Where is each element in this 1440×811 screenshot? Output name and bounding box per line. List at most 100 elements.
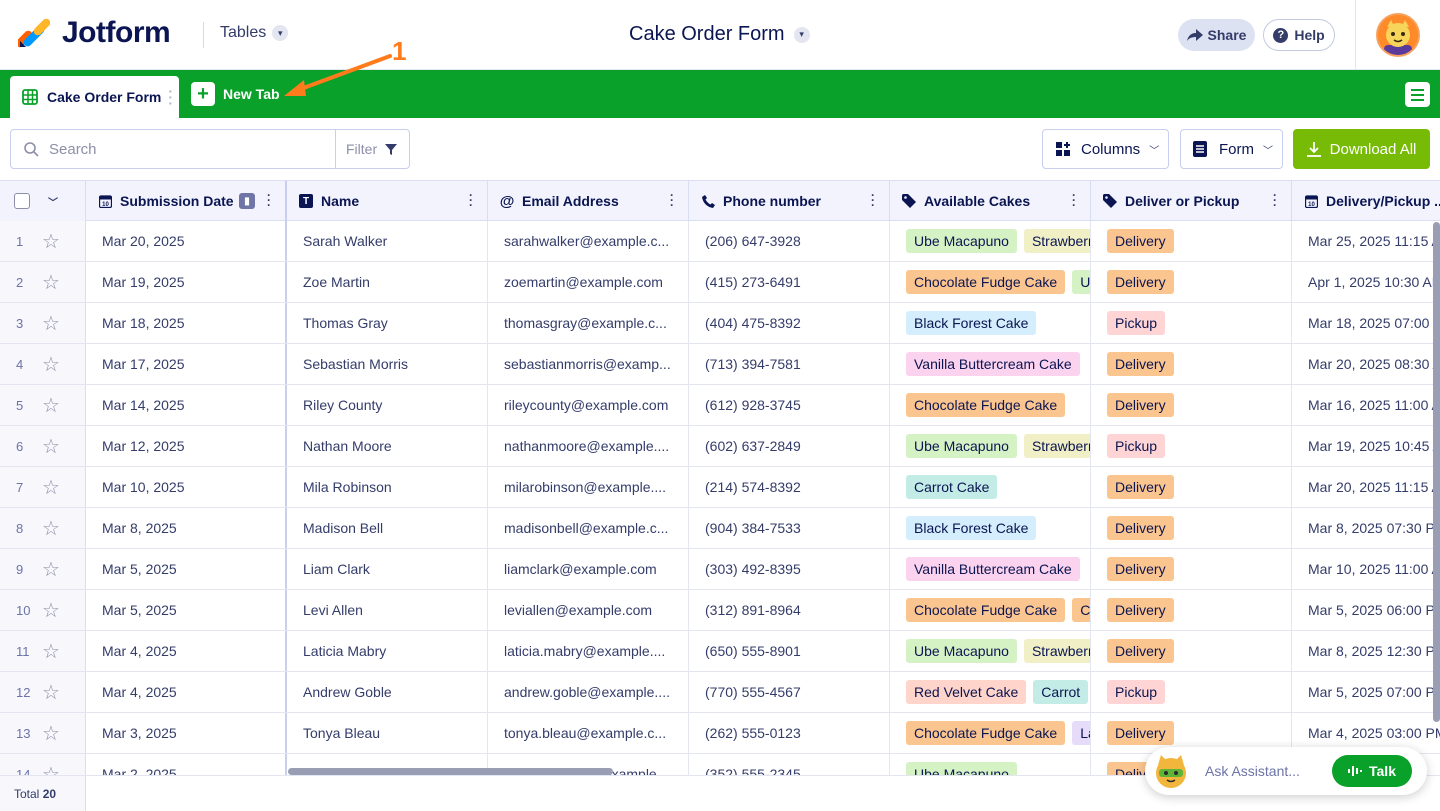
column-header-phone[interactable]: Phone number · · · <box>689 181 890 221</box>
horizontal-scrollbar[interactable] <box>288 768 613 775</box>
phone-cell[interactable]: (312) 891-8964 <box>689 590 890 630</box>
phone-cell[interactable]: (262) 555-0123 <box>689 713 890 753</box>
pin-icon[interactable]: ▮ <box>239 193 255 209</box>
tables-dropdown[interactable]: Tables ▾ <box>220 24 289 42</box>
available-cakes-cell[interactable]: Ube MacapunoStrawberry <box>890 426 1091 466</box>
submission-date-cell[interactable]: Mar 17, 2025 <box>86 344 287 384</box>
delivery-pickup-date-cell[interactable]: Mar 16, 2025 11:00 A <box>1292 385 1440 425</box>
submission-date-cell[interactable]: Mar 18, 2025 <box>86 303 287 343</box>
available-cakes-cell[interactable]: Chocolate Fudge Cake Ube Macapuno <box>890 262 1091 302</box>
filter-button[interactable]: Filter <box>335 129 410 169</box>
available-cakes-cell[interactable]: Chocolate Fudge Cake <box>890 385 1091 425</box>
available-cakes-cell[interactable]: Vanilla Buttercream Cake <box>890 549 1091 589</box>
star-icon[interactable]: ☆ <box>42 598 60 623</box>
select-all-checkbox[interactable] <box>14 193 30 209</box>
submission-date-cell[interactable]: Mar 4, 2025 <box>86 631 287 671</box>
new-tab-button[interactable]: + New Tab <box>191 82 280 106</box>
table-row[interactable]: 8 ☆ Mar 8, 2025 Madison Bell madisonbell@exa… <box>0 508 1440 549</box>
email-cell[interactable]: sebastianmorris@examp... <box>488 344 689 384</box>
submission-date-cell[interactable]: Mar 5, 2025 <box>86 590 287 630</box>
email-cell[interactable]: andrew.goble@example.... <box>488 672 689 712</box>
download-all-button[interactable]: Download All <box>1293 129 1430 169</box>
name-cell[interactable]: Zoe Martin <box>287 262 488 302</box>
name-cell[interactable]: Tonya Bleau <box>287 713 488 753</box>
column-options-icon[interactable]: · · · <box>469 189 473 211</box>
submission-date-cell[interactable]: Mar 4, 2025 <box>86 672 287 712</box>
name-cell[interactable]: Liam Clark <box>287 549 488 589</box>
email-cell[interactable]: milarobinson@example.... <box>488 467 689 507</box>
delivery-pickup-date-cell[interactable]: Apr 1, 2025 10:30 AM <box>1292 262 1440 302</box>
name-cell[interactable]: Madison Bell <box>287 508 488 548</box>
email-cell[interactable]: laticia.mabry@example.... <box>488 631 689 671</box>
name-cell[interactable]: Riley County <box>287 385 488 425</box>
phone-cell[interactable]: (904) 384-7533 <box>689 508 890 548</box>
search-input[interactable]: Search <box>10 129 336 169</box>
submission-date-cell[interactable]: Mar 3, 2025 <box>86 713 287 753</box>
phone-cell[interactable]: (206) 647-3928 <box>689 221 890 261</box>
columns-button[interactable]: Columns ﹀ <box>1042 129 1169 169</box>
phone-cell[interactable]: (770) 555-4567 <box>689 672 890 712</box>
submission-date-cell[interactable]: Mar 19, 2025 <box>86 262 287 302</box>
star-icon[interactable]: ☆ <box>42 311 60 336</box>
submission-date-cell[interactable]: Mar 5, 2025 <box>86 549 287 589</box>
deliver-or-pickup-cell[interactable]: Delivery <box>1091 385 1292 425</box>
star-icon[interactable]: ☆ <box>42 557 60 582</box>
phone-cell[interactable]: (713) 394-7581 <box>689 344 890 384</box>
delivery-pickup-date-cell[interactable]: Mar 20, 2025 11:15 A <box>1292 467 1440 507</box>
column-options-icon[interactable]: · · · <box>670 189 674 211</box>
table-row[interactable]: 5 ☆ Mar 14, 2025 Riley County rileycounty@ex… <box>0 385 1440 426</box>
star-icon[interactable]: ☆ <box>42 229 60 254</box>
column-options-icon[interactable]: · · · <box>1072 189 1076 211</box>
column-header-submission-date[interactable]: 10 Submission Date ▮ · · · <box>86 181 287 221</box>
deliver-or-pickup-cell[interactable]: Delivery <box>1091 262 1292 302</box>
deliver-or-pickup-cell[interactable]: Pickup <box>1091 426 1292 466</box>
column-header-available-cakes[interactable]: Available Cakes · · · <box>890 181 1091 221</box>
deliver-or-pickup-cell[interactable]: Delivery <box>1091 631 1292 671</box>
name-cell[interactable]: Levi Allen <box>287 590 488 630</box>
submission-date-cell[interactable]: Mar 8, 2025 <box>86 508 287 548</box>
deliver-or-pickup-cell[interactable]: Pickup <box>1091 303 1292 343</box>
star-icon[interactable]: ☆ <box>42 639 60 664</box>
delivery-pickup-date-cell[interactable]: Mar 8, 2025 07:30 PM <box>1292 508 1440 548</box>
star-icon[interactable]: ☆ <box>42 434 60 459</box>
share-button[interactable]: Share <box>1178 19 1255 51</box>
table-row[interactable]: 2 ☆ Mar 19, 2025 Zoe Martin zoemartin@exampl… <box>0 262 1440 303</box>
star-icon[interactable]: ☆ <box>42 352 60 377</box>
chevron-down-icon[interactable]: ﹀ <box>48 194 58 209</box>
column-header-deliver-or-pickup[interactable]: Deliver or Pickup · · · <box>1091 181 1292 221</box>
available-cakes-cell[interactable]: Carrot Cake <box>890 467 1091 507</box>
ask-assistant-widget[interactable]: Ask Assistant... Talk <box>1145 747 1427 795</box>
delivery-pickup-date-cell[interactable]: Mar 25, 2025 11:15 A <box>1292 221 1440 261</box>
deliver-or-pickup-cell[interactable]: Delivery <box>1091 508 1292 548</box>
column-options-icon[interactable]: · · · <box>267 189 271 211</box>
delivery-pickup-date-cell[interactable]: Mar 8, 2025 12:30 PM <box>1292 631 1440 671</box>
menu-icon[interactable] <box>1405 82 1430 107</box>
deliver-or-pickup-cell[interactable]: Delivery <box>1091 467 1292 507</box>
column-header-email[interactable]: @ Email Address · · · <box>488 181 689 221</box>
table-row[interactable]: 7 ☆ Mar 10, 2025 Mila Robinson milarobinson@… <box>0 467 1440 508</box>
table-row[interactable]: 9 ☆ Mar 5, 2025 Liam Clark liamclark@example… <box>0 549 1440 590</box>
table-row[interactable]: 10 ☆ Mar 5, 2025 Levi Allen leviallen@exampl… <box>0 590 1440 631</box>
submission-date-cell[interactable]: Mar 10, 2025 <box>86 467 287 507</box>
email-cell[interactable]: leviallen@example.com <box>488 590 689 630</box>
name-cell[interactable]: Nathan Moore <box>287 426 488 466</box>
star-icon[interactable]: ☆ <box>42 680 60 705</box>
phone-cell[interactable]: (303) 492-8395 <box>689 549 890 589</box>
deliver-or-pickup-cell[interactable]: Delivery <box>1091 221 1292 261</box>
deliver-or-pickup-cell[interactable]: Pickup <box>1091 672 1292 712</box>
deliver-or-pickup-cell[interactable]: Delivery <box>1091 344 1292 384</box>
available-cakes-cell[interactable]: Ube MacapunoStrawberry <box>890 221 1091 261</box>
table-row[interactable]: 3 ☆ Mar 18, 2025 Thomas Gray thomasgray@exam… <box>0 303 1440 344</box>
delivery-pickup-date-cell[interactable]: Mar 5, 2025 07:00 PM <box>1292 672 1440 712</box>
deliver-or-pickup-cell[interactable]: Delivery <box>1091 590 1292 630</box>
name-cell[interactable]: Mila Robinson <box>287 467 488 507</box>
table-row[interactable]: 12 ☆ Mar 4, 2025 Andrew Goble andrew.goble@e… <box>0 672 1440 713</box>
star-icon[interactable]: ☆ <box>42 393 60 418</box>
deliver-or-pickup-cell[interactable]: Delivery <box>1091 549 1292 589</box>
name-cell[interactable]: Andrew Goble <box>287 672 488 712</box>
help-button[interactable]: ? Help <box>1263 19 1335 51</box>
email-cell[interactable]: liamclark@example.com <box>488 549 689 589</box>
name-cell[interactable]: Sebastian Morris <box>287 344 488 384</box>
star-icon[interactable]: ☆ <box>42 721 60 746</box>
available-cakes-cell[interactable]: Chocolate Fudge Cake Lavender <box>890 713 1091 753</box>
